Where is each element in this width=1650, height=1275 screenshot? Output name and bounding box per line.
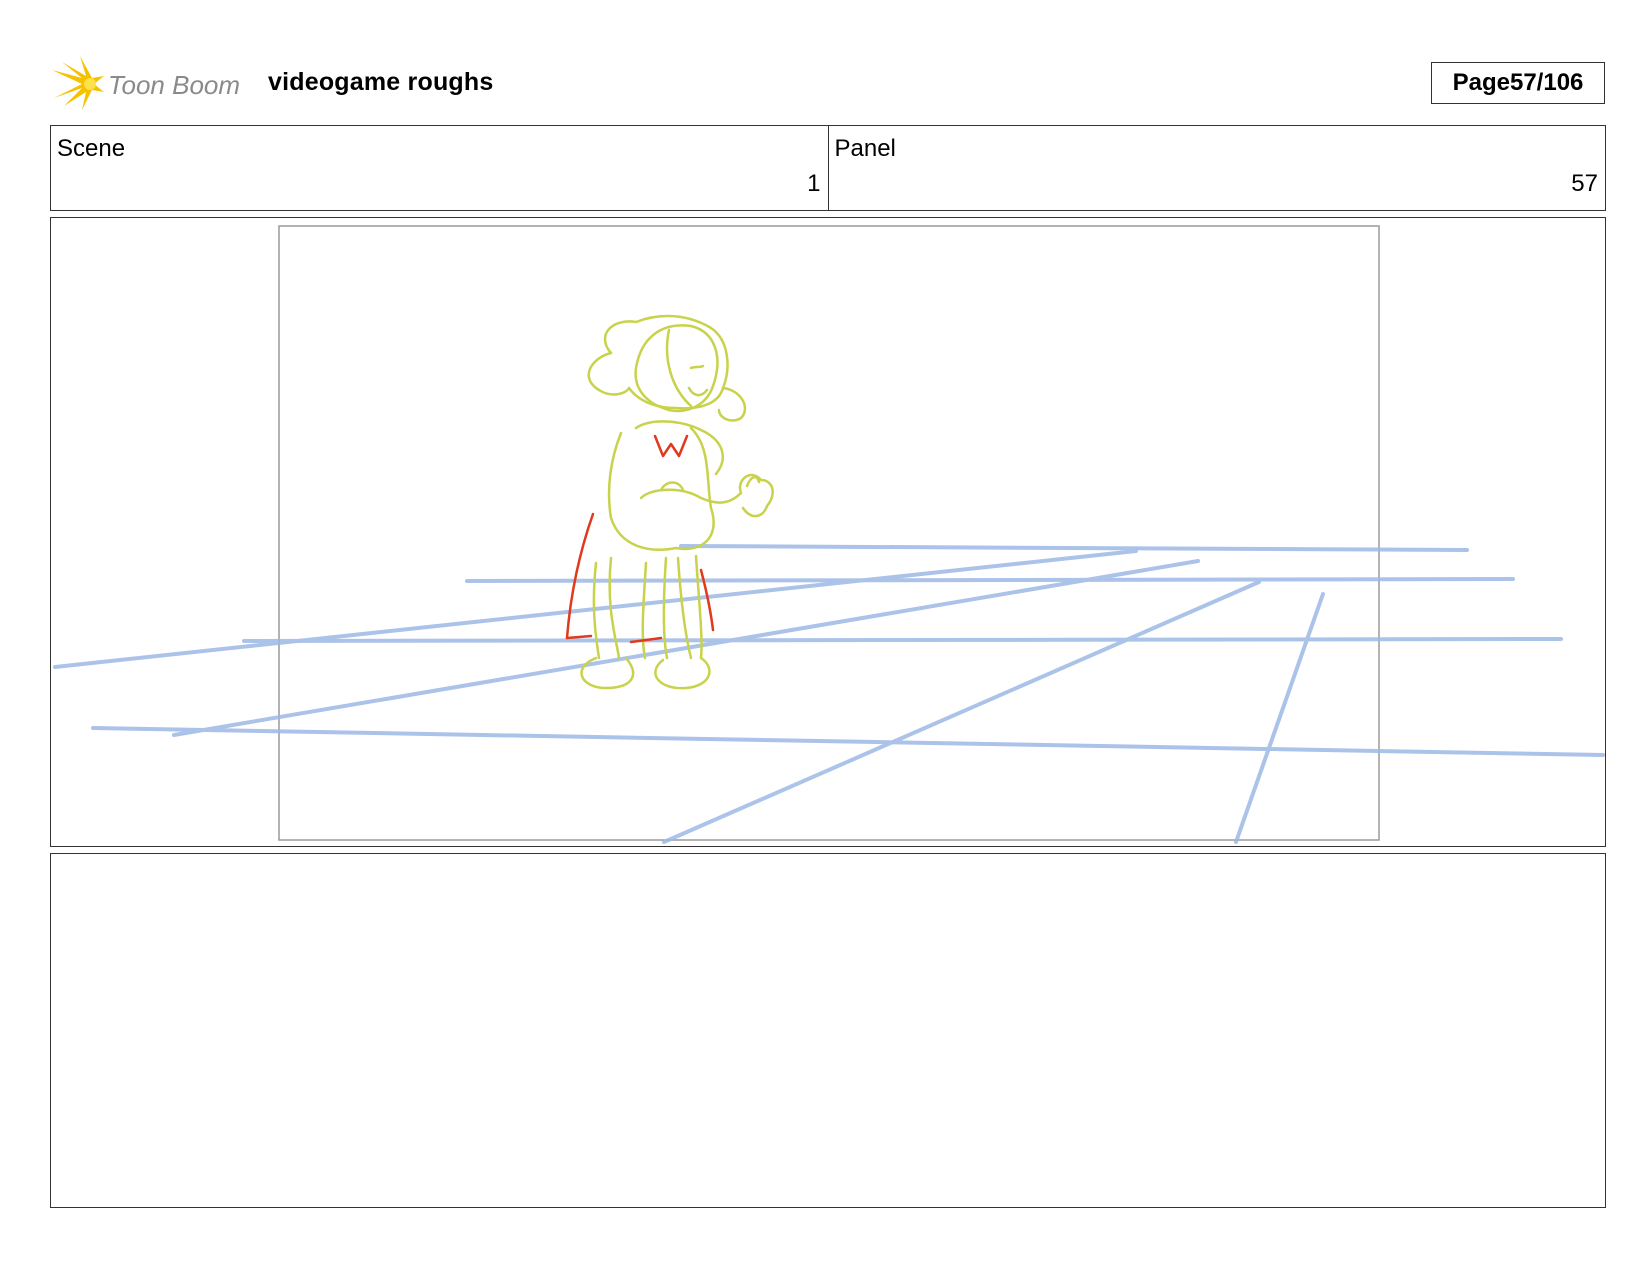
panel-cell: Panel 57 — [827, 126, 1606, 210]
panel-value: 57 — [1571, 170, 1598, 197]
scene-value: 1 — [807, 170, 821, 197]
burst-icon — [52, 56, 104, 110]
page-indicator: Page 57/106 — [1431, 62, 1605, 104]
toon-boom-logo: Toon Boom — [52, 56, 252, 112]
document-title: videogame roughs — [268, 68, 494, 96]
scene-panel-table: Scene 1 Panel 57 — [50, 125, 1606, 211]
scene-cell: Scene 1 — [51, 126, 828, 210]
panel-label: Panel — [834, 135, 896, 162]
page-label: Page — [1452, 69, 1510, 96]
panel-sketch — [53, 225, 1605, 844]
logo-wordmark: Toon Boom — [108, 70, 240, 100]
panel-notes-area[interactable] — [50, 853, 1606, 1208]
character-sketch — [580, 314, 774, 690]
page-number: 57/106 — [1509, 69, 1584, 96]
scene-label: Scene — [57, 135, 126, 162]
perspective-grid — [53, 544, 1605, 844]
storyboard-panel — [50, 217, 1606, 847]
